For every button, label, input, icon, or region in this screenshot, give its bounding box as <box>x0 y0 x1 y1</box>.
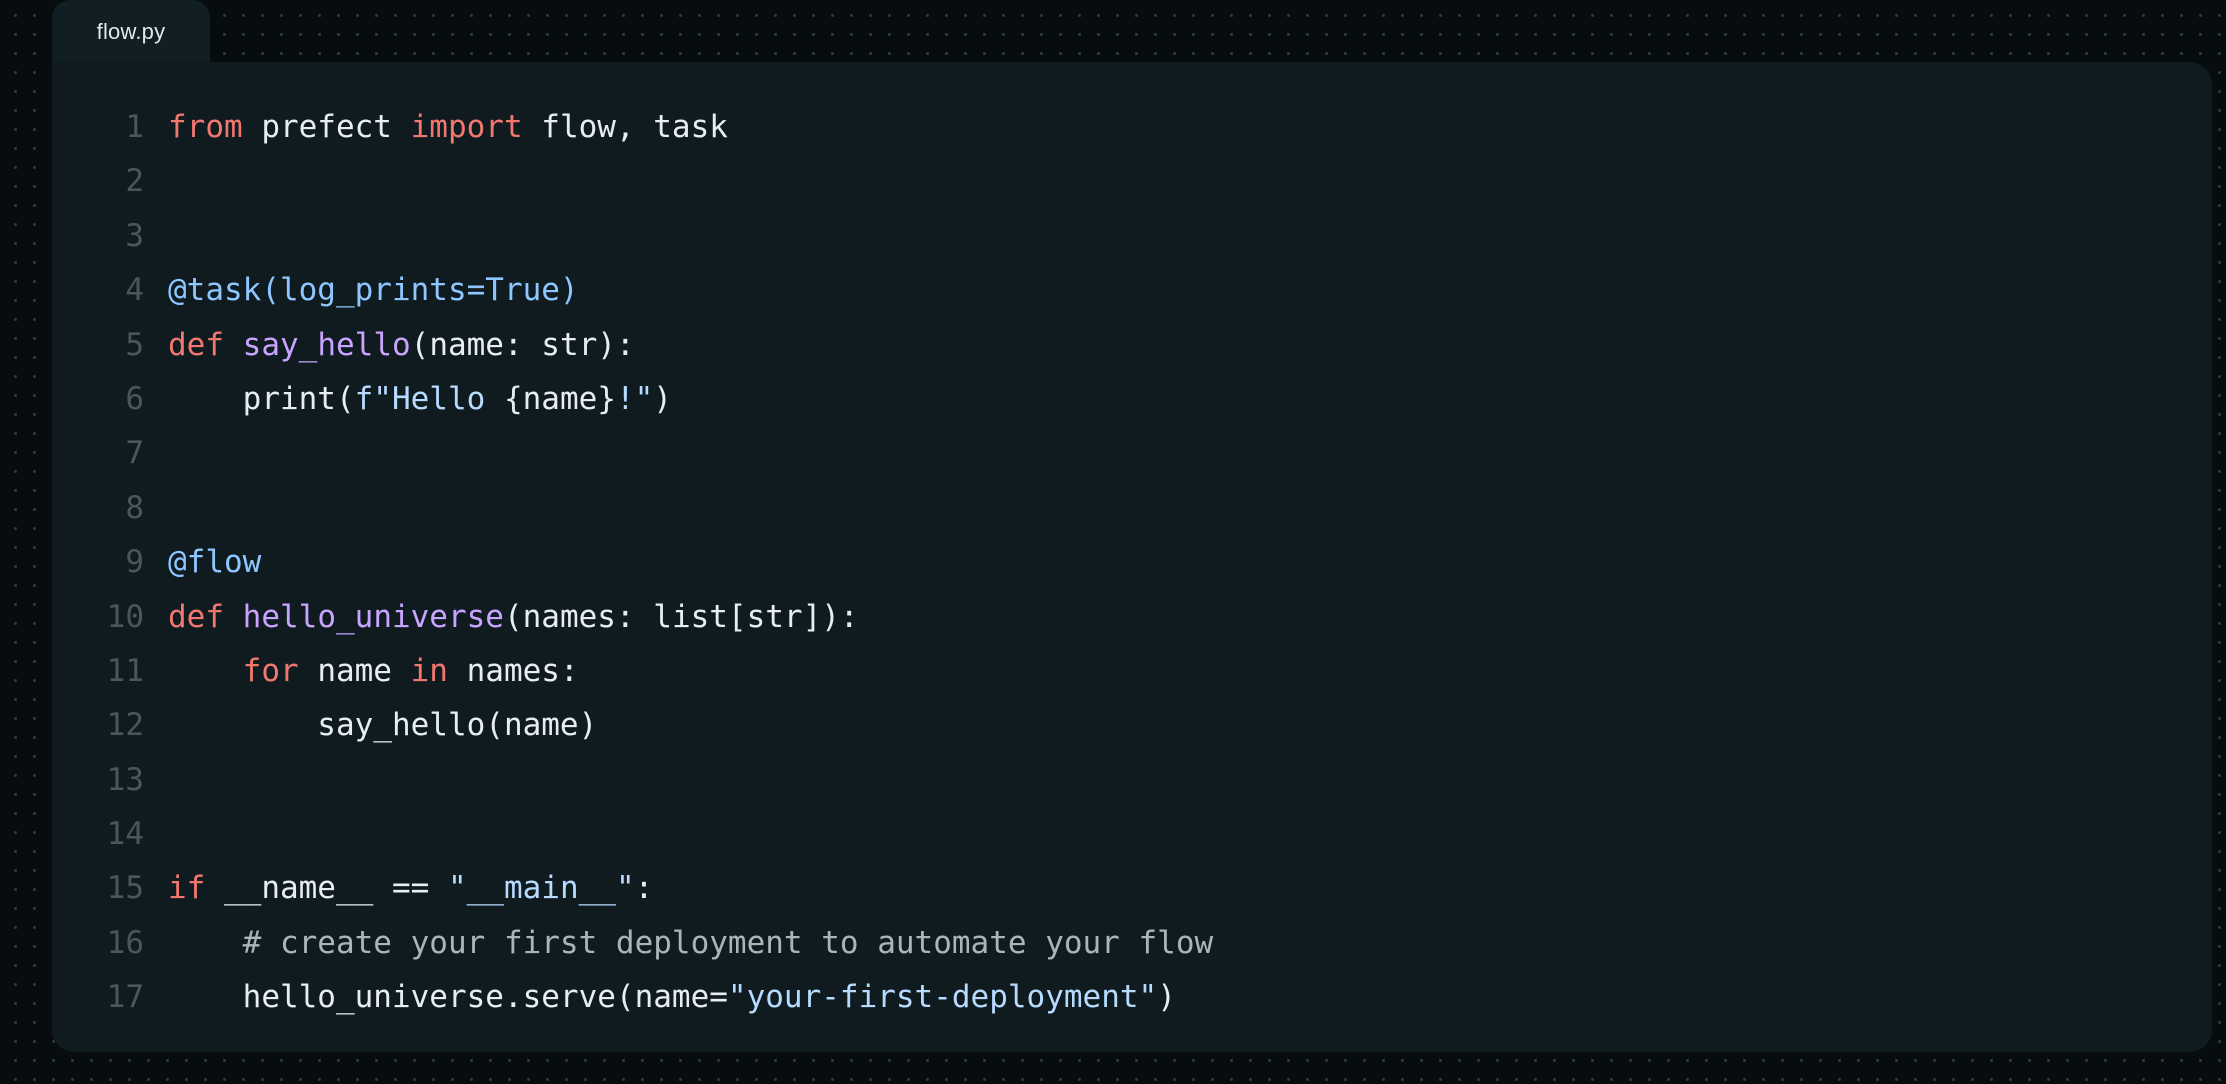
line-source: for name in names: <box>144 644 579 698</box>
code-line: 3 <box>88 209 1213 263</box>
line-number: 11 <box>106 652 144 689</box>
code-line: 14 <box>88 807 1213 861</box>
code-token: if <box>168 870 206 907</box>
line-source <box>144 807 168 861</box>
code-token: for <box>242 652 299 689</box>
line-source <box>144 154 168 208</box>
line-source: def say_hello(name: str): <box>144 318 635 372</box>
code-token: hello_universe.serve(name= <box>168 979 728 1016</box>
code-token: @flow <box>168 544 262 581</box>
code-token: @task(log_prints=True) <box>168 272 579 309</box>
line-source: print(f"Hello {name}!") <box>144 372 672 426</box>
code-token: : <box>634 870 654 907</box>
code-token: !" <box>615 380 654 417</box>
code-token: def <box>168 598 224 635</box>
code-token: import <box>410 109 523 145</box>
line-source: @task(log_prints=True) <box>144 263 579 317</box>
code-token: f"Hello <box>354 380 504 417</box>
line-source: from prefect import flow, task <box>144 100 728 154</box>
line-number: 4 <box>125 272 144 309</box>
code-editor: flow.py 1 from prefect import flow, task 2… <box>52 0 2212 1054</box>
line-number: 9 <box>125 544 144 581</box>
line-number: 6 <box>125 380 144 417</box>
code-token: __name__ == <box>205 870 448 907</box>
code-line: 11 for name in names: <box>88 644 1213 698</box>
file-tab-label: flow.py <box>96 19 166 44</box>
line-number: 13 <box>106 761 144 798</box>
line-source: # create your first deployment to automa… <box>144 916 1214 970</box>
code-line: 17 hello_universe.serve(name="your-first… <box>88 970 1213 1024</box>
code-token: (names: list[str]): <box>503 598 859 635</box>
code-token: "your-first-deployment" <box>727 979 1158 1016</box>
line-number: 5 <box>125 326 144 363</box>
code-token: {name} <box>503 380 616 417</box>
line-source <box>144 481 168 535</box>
line-source: @flow <box>144 535 261 589</box>
code-token: def <box>168 326 224 363</box>
code-token: flow, task <box>522 109 728 145</box>
file-tab[interactable]: flow.py <box>52 0 210 62</box>
code-token: say_hello(name) <box>168 707 598 744</box>
line-number: 3 <box>125 217 144 254</box>
line-number: 7 <box>125 435 144 472</box>
code-token: ) <box>653 380 672 417</box>
line-number: 10 <box>106 598 144 635</box>
code-token: hello_universe <box>242 598 504 635</box>
line-number: 15 <box>106 870 144 907</box>
code-line: 12 say_hello(name) <box>88 698 1213 752</box>
code-line: 5 def say_hello(name: str): <box>88 318 1213 372</box>
line-source: if __name__ == "__main__": <box>144 861 653 915</box>
line-number: 17 <box>106 979 144 1016</box>
code-line: 8 <box>88 481 1213 535</box>
code-token: prefect <box>242 109 411 145</box>
line-number: 2 <box>125 163 144 200</box>
code-token: from <box>168 109 243 145</box>
code-line: 2 <box>88 154 1213 208</box>
code-line: 10 def hello_universe(names: list[str]): <box>88 590 1213 644</box>
line-number: 16 <box>106 924 144 961</box>
code-panel: 1 from prefect import flow, task 2 3 4 @task(… <box>52 62 2212 1052</box>
line-number: 1 <box>125 109 144 145</box>
line-number: 8 <box>125 489 144 526</box>
line-source <box>144 209 168 263</box>
line-source <box>144 426 168 480</box>
code-line: 9 @flow <box>88 535 1213 589</box>
code-block: 1 from prefect import flow, task 2 3 4 @task(… <box>88 100 1214 1025</box>
code-token: say_hello <box>242 326 411 363</box>
line-number: 12 <box>106 707 144 744</box>
code-token: names: <box>447 652 579 689</box>
code-token: ) <box>1157 979 1176 1016</box>
line-source: def hello_universe(names: list[str]): <box>144 590 859 644</box>
code-line: 1 from prefect import flow, task <box>88 100 1213 154</box>
code-line: 13 <box>88 753 1213 807</box>
code-token: name <box>298 652 411 689</box>
code-token: print( <box>168 380 355 417</box>
code-line: 16 # create your first deployment to aut… <box>88 916 1214 970</box>
code-line: 7 <box>88 426 1213 480</box>
code-line: 4 @task(log_prints=True) <box>88 263 1213 317</box>
line-source: say_hello(name) <box>144 698 597 752</box>
code-token: in <box>410 652 448 689</box>
line-source: hello_universe.serve(name="your-first-de… <box>144 970 1176 1024</box>
line-source <box>144 753 168 807</box>
code-token: "__main__" <box>447 870 635 907</box>
code-token: (name: str): <box>410 326 635 363</box>
line-number: 14 <box>106 816 144 853</box>
code-line: 6 print(f"Hello {name}!") <box>88 372 1213 426</box>
code-line: 15 if __name__ == "__main__": <box>88 861 1213 915</box>
code-token: # create your first deployment to automa… <box>168 924 1214 961</box>
